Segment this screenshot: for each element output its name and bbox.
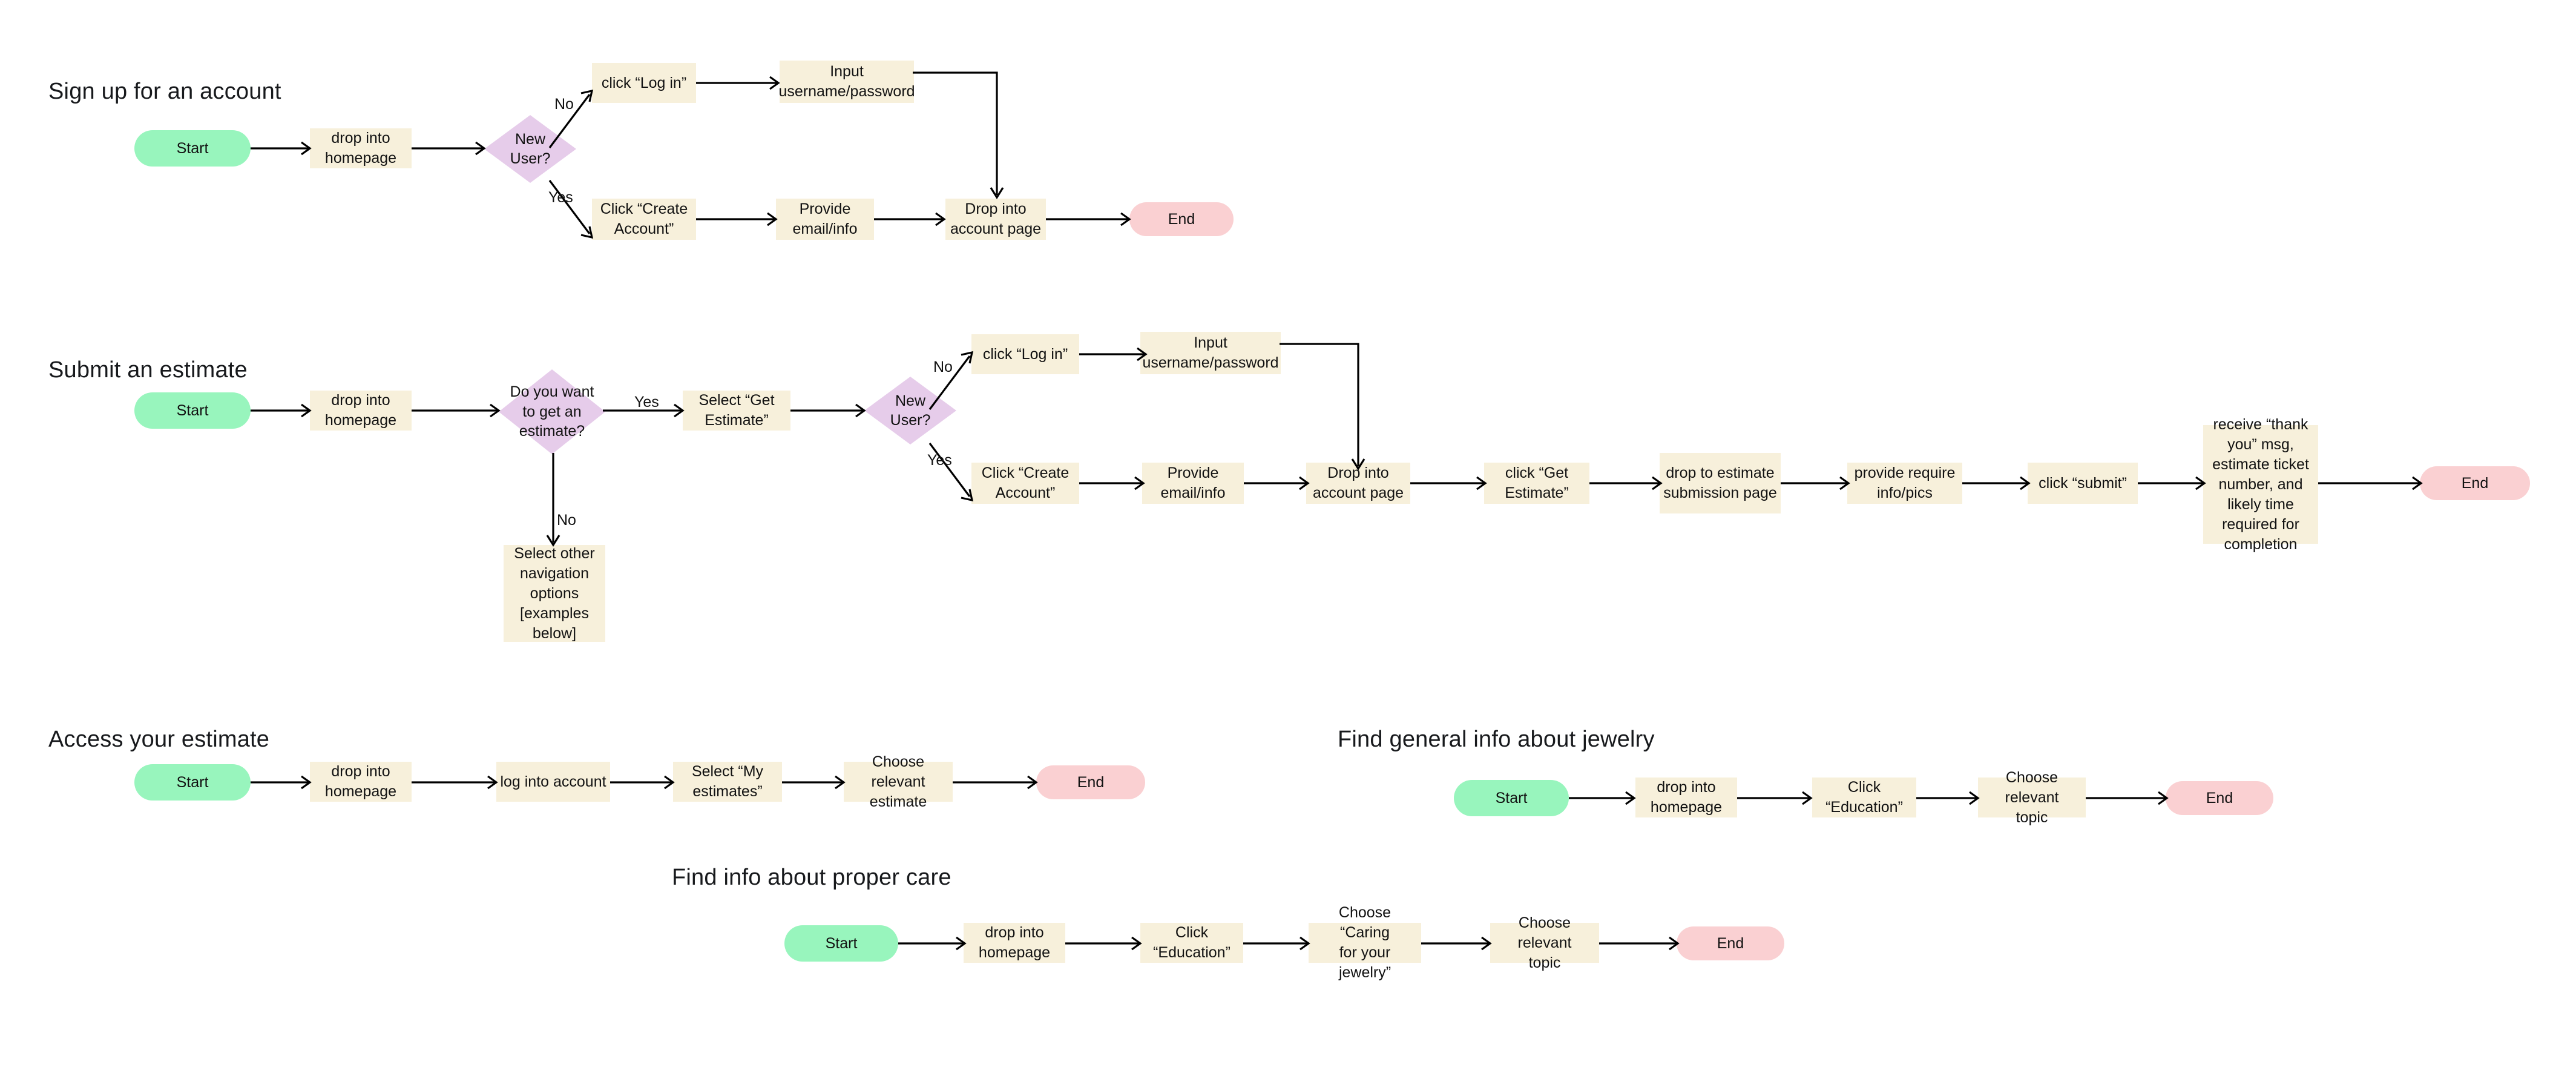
connector-s1-drop-account-to-end — [1046, 212, 1131, 226]
node-s2-want-estimate-label: Do you want to get an estimate? — [510, 383, 594, 440]
connector-s3-homepage-to-log-into-account — [412, 775, 498, 790]
connector-s3-my-estimates-to-choose-estimate — [782, 775, 846, 790]
node-s4-drop-into-homepage[interactable]: drop into homepage — [1635, 778, 1737, 817]
connector-s1-start-to-homepage — [251, 141, 312, 156]
node-s1-drop-into-homepage[interactable]: drop into homepage — [310, 128, 412, 168]
edge-label-s2-no-estimate: No — [557, 512, 576, 529]
connector-s2-drop-account-to-click-get-estimate — [1410, 476, 1487, 490]
node-s3-start[interactable]: Start — [134, 764, 251, 801]
section-title-access-estimate: Access your estimate — [48, 727, 270, 752]
connector-s3-start-to-homepage — [251, 775, 312, 790]
flowchart-canvas: Sign up for an account Start drop into h… — [0, 0, 2576, 1073]
node-s1-start[interactable]: Start — [134, 130, 251, 167]
node-s2-receive-thank-you[interactable]: receive “thank you” msg, estimate ticket… — [2203, 416, 2318, 553]
node-s1-end[interactable]: End — [1129, 202, 1234, 236]
node-s5-click-education[interactable]: Click “Education” — [1140, 923, 1243, 963]
connector-s1-homepage-to-decision — [412, 141, 486, 156]
connector-s2-click-login-to-input — [1079, 347, 1148, 362]
edge-label-s2-yes-estimate: Yes — [634, 394, 659, 411]
node-s4-choose-relevant-topic[interactable]: Choose relevant topic — [1978, 769, 2086, 826]
section-title-submit-estimate: Submit an estimate — [48, 357, 248, 383]
node-s4-click-education[interactable]: Click “Education” — [1812, 778, 1916, 817]
node-s2-select-other-navigation[interactable]: Select other navigation options [example… — [504, 545, 605, 642]
connector-s5-homepage-to-education — [1065, 936, 1142, 951]
connector-s4-choose-topic-to-end — [2086, 791, 2169, 805]
connector-s3-choose-estimate-to-end — [953, 775, 1038, 790]
section-title-find-general-info: Find general info about jewelry — [1338, 727, 1655, 752]
node-s3-log-into-account[interactable]: log into account — [496, 762, 610, 802]
node-s2-want-estimate-decision[interactable]: Do you want to get an estimate? — [499, 369, 605, 454]
connector-s1-decision-yes-to-create-account — [548, 180, 594, 239]
node-s1-click-create-account[interactable]: Click “Create Account” — [592, 199, 696, 240]
node-s2-click-log-in[interactable]: click “Log in” — [971, 334, 1079, 374]
node-s1-input-credentials[interactable]: Input username/password — [778, 61, 915, 103]
connector-s4-homepage-to-education — [1737, 791, 1813, 805]
connector-s5-choose-topic-to-end — [1599, 936, 1680, 951]
node-s5-drop-into-homepage[interactable]: drop into homepage — [964, 923, 1065, 963]
node-s1-drop-into-account-page[interactable]: Drop into account page — [945, 199, 1046, 240]
node-s1-click-log-in[interactable]: click “Log in” — [592, 63, 696, 103]
connector-s1-create-account-to-provide-email — [696, 212, 778, 226]
connector-s2-provide-info-to-submit — [1962, 476, 2031, 490]
connector-s2-want-estimate-no — [546, 453, 560, 547]
node-s5-start[interactable]: Start — [784, 925, 898, 962]
node-s3-choose-relevant-estimate[interactable]: Choose relevant estimate — [844, 753, 953, 810]
connector-s2-newuser-no-to-click-login — [928, 351, 974, 410]
connector-s1-input-to-drop-account-page — [913, 71, 1004, 200]
connector-s2-get-estimate-to-submission-page — [1589, 476, 1663, 490]
node-s5-end[interactable]: End — [1677, 926, 1784, 960]
edge-label-s1-no: No — [554, 96, 574, 113]
node-s2-start[interactable]: Start — [134, 392, 251, 429]
connector-s2-provide-email-to-drop-account — [1244, 476, 1310, 490]
node-s3-end[interactable]: End — [1036, 765, 1145, 799]
connector-s2-submission-to-provide-info — [1781, 476, 1850, 490]
connector-s2-newuser-yes-to-create-account — [928, 443, 974, 502]
edge-label-s2-no-newuser: No — [933, 358, 953, 375]
node-s2-select-get-estimate[interactable]: Select “Get Estimate” — [683, 391, 790, 431]
connector-s5-education-to-choose-caring — [1243, 936, 1310, 951]
connector-s4-start-to-homepage — [1569, 791, 1636, 805]
node-s2-provide-required-info[interactable]: provide require info/pics — [1847, 463, 1962, 504]
node-s2-click-submit[interactable]: click “submit” — [2028, 463, 2138, 504]
connector-s3-log-into-account-to-my-estimates — [610, 775, 675, 790]
node-s1-provide-email-info[interactable]: Provide email/info — [776, 199, 874, 240]
connector-s2-start-to-homepage — [251, 403, 312, 418]
node-s4-end[interactable]: End — [2166, 781, 2273, 815]
node-s2-input-credentials[interactable]: Input username/password — [1140, 332, 1281, 374]
connector-s4-education-to-choose-topic — [1916, 791, 1980, 805]
connector-s2-receive-to-end — [2318, 476, 2423, 490]
node-s3-drop-into-homepage[interactable]: drop into homepage — [310, 762, 412, 802]
node-s2-click-get-estimate[interactable]: click “Get Estimate” — [1484, 463, 1589, 504]
node-s2-click-create-account[interactable]: Click “Create Account” — [971, 463, 1079, 504]
node-s2-end[interactable]: End — [2420, 466, 2530, 500]
node-s2-drop-to-submission-page[interactable]: drop to estimate submission page — [1660, 453, 1781, 513]
connector-s1-click-login-to-input — [696, 76, 780, 90]
connector-s2-create-account-to-provide-email — [1079, 476, 1145, 490]
node-s3-select-my-estimates[interactable]: Select “My estimates” — [673, 762, 782, 802]
connector-s5-choose-caring-to-choose-topic — [1421, 936, 1492, 951]
node-s4-start[interactable]: Start — [1454, 780, 1569, 816]
connector-s2-homepage-to-want-estimate — [412, 403, 501, 418]
connector-s2-select-estimate-to-newuser — [790, 403, 866, 418]
connector-s5-start-to-homepage — [898, 936, 967, 951]
node-s2-provide-email-info[interactable]: Provide email/info — [1142, 463, 1244, 504]
connector-s1-provide-email-to-drop-account — [874, 212, 946, 226]
connector-s1-decision-no-to-click-login — [548, 89, 594, 148]
section-title-find-proper-care: Find info about proper care — [672, 865, 951, 890]
node-s2-drop-into-homepage[interactable]: drop into homepage — [310, 391, 412, 431]
edge-label-s1-yes: Yes — [548, 189, 573, 206]
edge-label-s2-yes-newuser: Yes — [927, 452, 952, 469]
connector-s2-submit-to-receive-thank-you — [2138, 476, 2206, 490]
connector-s2-input-to-drop-account-page — [1280, 343, 1365, 471]
section-title-sign-up: Sign up for an account — [48, 79, 281, 104]
node-s5-choose-relevant-topic[interactable]: Choose relevant topic — [1490, 914, 1599, 971]
node-s5-choose-caring-for-your-jewelry[interactable]: Choose “Caring for your jewelry” — [1309, 904, 1421, 981]
